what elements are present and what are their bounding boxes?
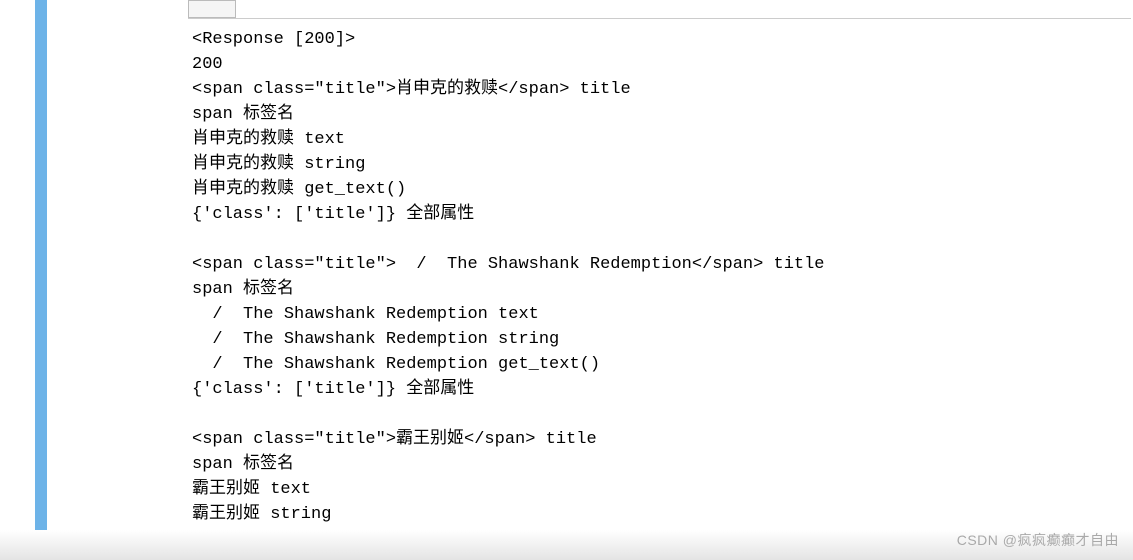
csdn-watermark: CSDN @疯疯癫癫才自由 xyxy=(957,530,1119,550)
page-container: <Response [200]> 200 <span class="title"… xyxy=(0,0,1133,560)
content-area: <Response [200]> 200 <span class="title"… xyxy=(47,0,1133,560)
console-output: <Response [200]> 200 <span class="title"… xyxy=(192,27,1133,527)
top-divider xyxy=(188,18,1131,19)
top-placeholder-box xyxy=(188,0,236,18)
left-blue-stripe xyxy=(35,0,47,530)
